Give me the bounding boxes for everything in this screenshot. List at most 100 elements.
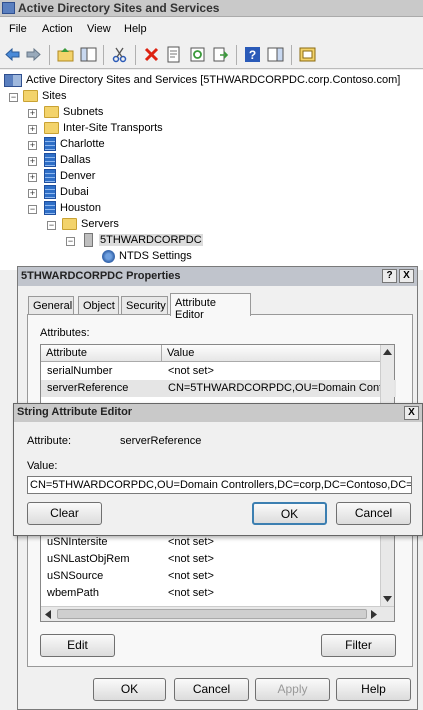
menu-help[interactable]: Help xyxy=(124,23,147,35)
attribute-value: <not set> xyxy=(168,553,214,565)
folder-icon xyxy=(44,122,59,134)
expand-charlotte-toggle[interactable]: + xyxy=(28,141,37,150)
tree-item-charlotte[interactable]: Charlotte xyxy=(44,136,105,152)
toolbar-separator xyxy=(291,45,292,65)
tab-general[interactable]: General xyxy=(28,296,74,316)
string-attribute-editor-dialog: String Attribute Editor X Attribute: ser… xyxy=(13,403,423,536)
tree-item-label: Denver xyxy=(60,170,96,182)
collapse-servers-toggle[interactable]: − xyxy=(47,221,56,230)
menu-action[interactable]: Action xyxy=(42,23,73,35)
toolbar: ? xyxy=(0,41,423,69)
attribute-value: <not set> xyxy=(168,536,214,548)
expand-inter-site-toggle[interactable]: + xyxy=(28,125,37,134)
tree-item-ntds-settings[interactable]: NTDS Settings xyxy=(102,248,192,264)
attribute-name: serverReference xyxy=(47,382,129,394)
expand-denver-toggle[interactable]: + xyxy=(28,173,37,182)
scroll-up-icon[interactable] xyxy=(383,349,392,355)
show-hide-tree-icon[interactable] xyxy=(80,46,97,63)
editor-close-button[interactable]: X xyxy=(404,406,419,420)
attribute-name-value: serverReference xyxy=(120,435,202,447)
editor-cancel-button[interactable]: Cancel xyxy=(336,502,411,525)
back-icon[interactable] xyxy=(4,46,21,63)
collapse-sites-toggle[interactable]: − xyxy=(9,93,18,102)
tree-item-dubai[interactable]: Dubai xyxy=(44,184,89,200)
attribute-value: <not set> xyxy=(168,570,214,582)
scroll-right-icon[interactable] xyxy=(371,610,377,619)
tree-item-label: Subnets xyxy=(63,106,104,118)
horizontal-scrollbar[interactable] xyxy=(41,606,394,621)
column-header-value[interactable]: Value xyxy=(162,345,381,362)
tree-item-servers[interactable]: Servers xyxy=(62,216,119,232)
editor-titlebar: String Attribute Editor X xyxy=(14,404,422,422)
ok-button[interactable]: OK xyxy=(93,678,166,701)
delete-icon[interactable] xyxy=(143,46,160,63)
up-folder-icon[interactable] xyxy=(57,46,74,63)
tree-item-dallas[interactable]: Dallas xyxy=(44,152,91,168)
export-list-icon[interactable] xyxy=(212,46,229,63)
menu-file[interactable]: File xyxy=(9,23,27,35)
table-row[interactable]: serialNumber <not set> xyxy=(41,363,381,380)
editor-ok-button[interactable]: OK xyxy=(252,502,327,525)
tree-item-label: Charlotte xyxy=(60,138,105,150)
tree-item-inter-site-transports[interactable]: Inter-Site Transports xyxy=(44,120,163,136)
tree-item-label: Dubai xyxy=(60,186,89,198)
table-row[interactable]: wbemPath <not set> xyxy=(41,585,381,602)
column-header-attribute[interactable]: Attribute xyxy=(41,345,162,362)
tree-item-sites[interactable]: Sites xyxy=(23,88,66,104)
help-title-button[interactable]: ? xyxy=(382,269,397,283)
expand-subnets-toggle[interactable]: + xyxy=(28,109,37,118)
clear-button[interactable]: Clear xyxy=(27,502,102,525)
editor-title: String Attribute Editor xyxy=(17,406,133,418)
properties-icon[interactable] xyxy=(165,46,182,63)
tree-item-houston[interactable]: Houston xyxy=(44,200,101,216)
cancel-button[interactable]: Cancel xyxy=(174,678,249,701)
horizontal-scroll-thumb[interactable] xyxy=(57,609,367,619)
attributes-label: Attributes: xyxy=(40,327,90,339)
show-action-pane-icon[interactable] xyxy=(267,46,284,63)
tree-item-label: 5THWARDCORPDC xyxy=(99,234,203,246)
close-title-button[interactable]: X xyxy=(399,269,414,283)
edit-button[interactable]: Edit xyxy=(40,634,115,657)
attribute-label: Attribute: xyxy=(27,435,72,447)
tab-object[interactable]: Object xyxy=(78,296,119,316)
properties-titlebar: 5THWARDCORPDC Properties ? X xyxy=(18,267,417,286)
expand-dubai-toggle[interactable]: + xyxy=(28,189,37,198)
refresh-icon[interactable] xyxy=(189,46,206,63)
table-row-selected[interactable]: serverReference CN=5THWARDCORPDC,OU=Doma… xyxy=(41,380,396,397)
menu-view[interactable]: View xyxy=(87,23,111,35)
expand-dallas-toggle[interactable]: + xyxy=(28,157,37,166)
tab-attribute-editor[interactable]: Attribute Editor xyxy=(170,293,251,321)
attribute-value: <not set> xyxy=(168,587,214,599)
value-input[interactable]: CN=5THWARDCORPDC,OU=Domain Controllers,D… xyxy=(27,476,412,494)
scroll-left-icon[interactable] xyxy=(45,610,51,619)
toolbar-separator xyxy=(135,45,136,65)
server-icon xyxy=(84,233,93,247)
forward-icon[interactable] xyxy=(25,46,42,63)
attribute-value: CN=5THWARDCORPDC,OU=Domain Contr xyxy=(168,382,386,394)
ntds-settings-icon xyxy=(102,249,115,263)
collapse-houston-toggle[interactable]: − xyxy=(28,205,37,214)
collapse-server-toggle[interactable]: − xyxy=(66,237,75,246)
attribute-name: uSNSource xyxy=(47,570,104,582)
toolbar-separator xyxy=(236,45,237,65)
window-title: Active Directory Sites and Services xyxy=(18,1,220,15)
attribute-name: uSNLastObjRem xyxy=(47,553,130,565)
table-row[interactable]: uSNSource <not set> xyxy=(41,568,381,585)
custom-action-icon[interactable] xyxy=(299,46,316,63)
apply-button: Apply xyxy=(255,678,330,701)
site-icon xyxy=(44,169,56,183)
tab-security[interactable]: Security xyxy=(121,296,168,316)
table-row[interactable]: uSNLastObjRem <not set> xyxy=(41,551,381,568)
properties-title: 5THWARDCORPDC Properties xyxy=(21,270,181,282)
help-icon[interactable]: ? xyxy=(244,46,261,63)
console-tree: Active Directory Sites and Services [5TH… xyxy=(0,70,423,270)
help-button[interactable]: Help xyxy=(336,678,411,701)
scroll-down-icon[interactable] xyxy=(383,596,392,602)
tree-item-server[interactable]: 5THWARDCORPDC xyxy=(84,232,203,248)
cut-icon[interactable] xyxy=(111,46,128,63)
table-row[interactable]: uSNIntersite <not set> xyxy=(41,534,381,551)
filter-button[interactable]: Filter xyxy=(321,634,396,657)
tree-root[interactable]: Active Directory Sites and Services [5TH… xyxy=(4,72,400,88)
tree-item-subnets[interactable]: Subnets xyxy=(44,104,103,120)
tree-item-denver[interactable]: Denver xyxy=(44,168,95,184)
